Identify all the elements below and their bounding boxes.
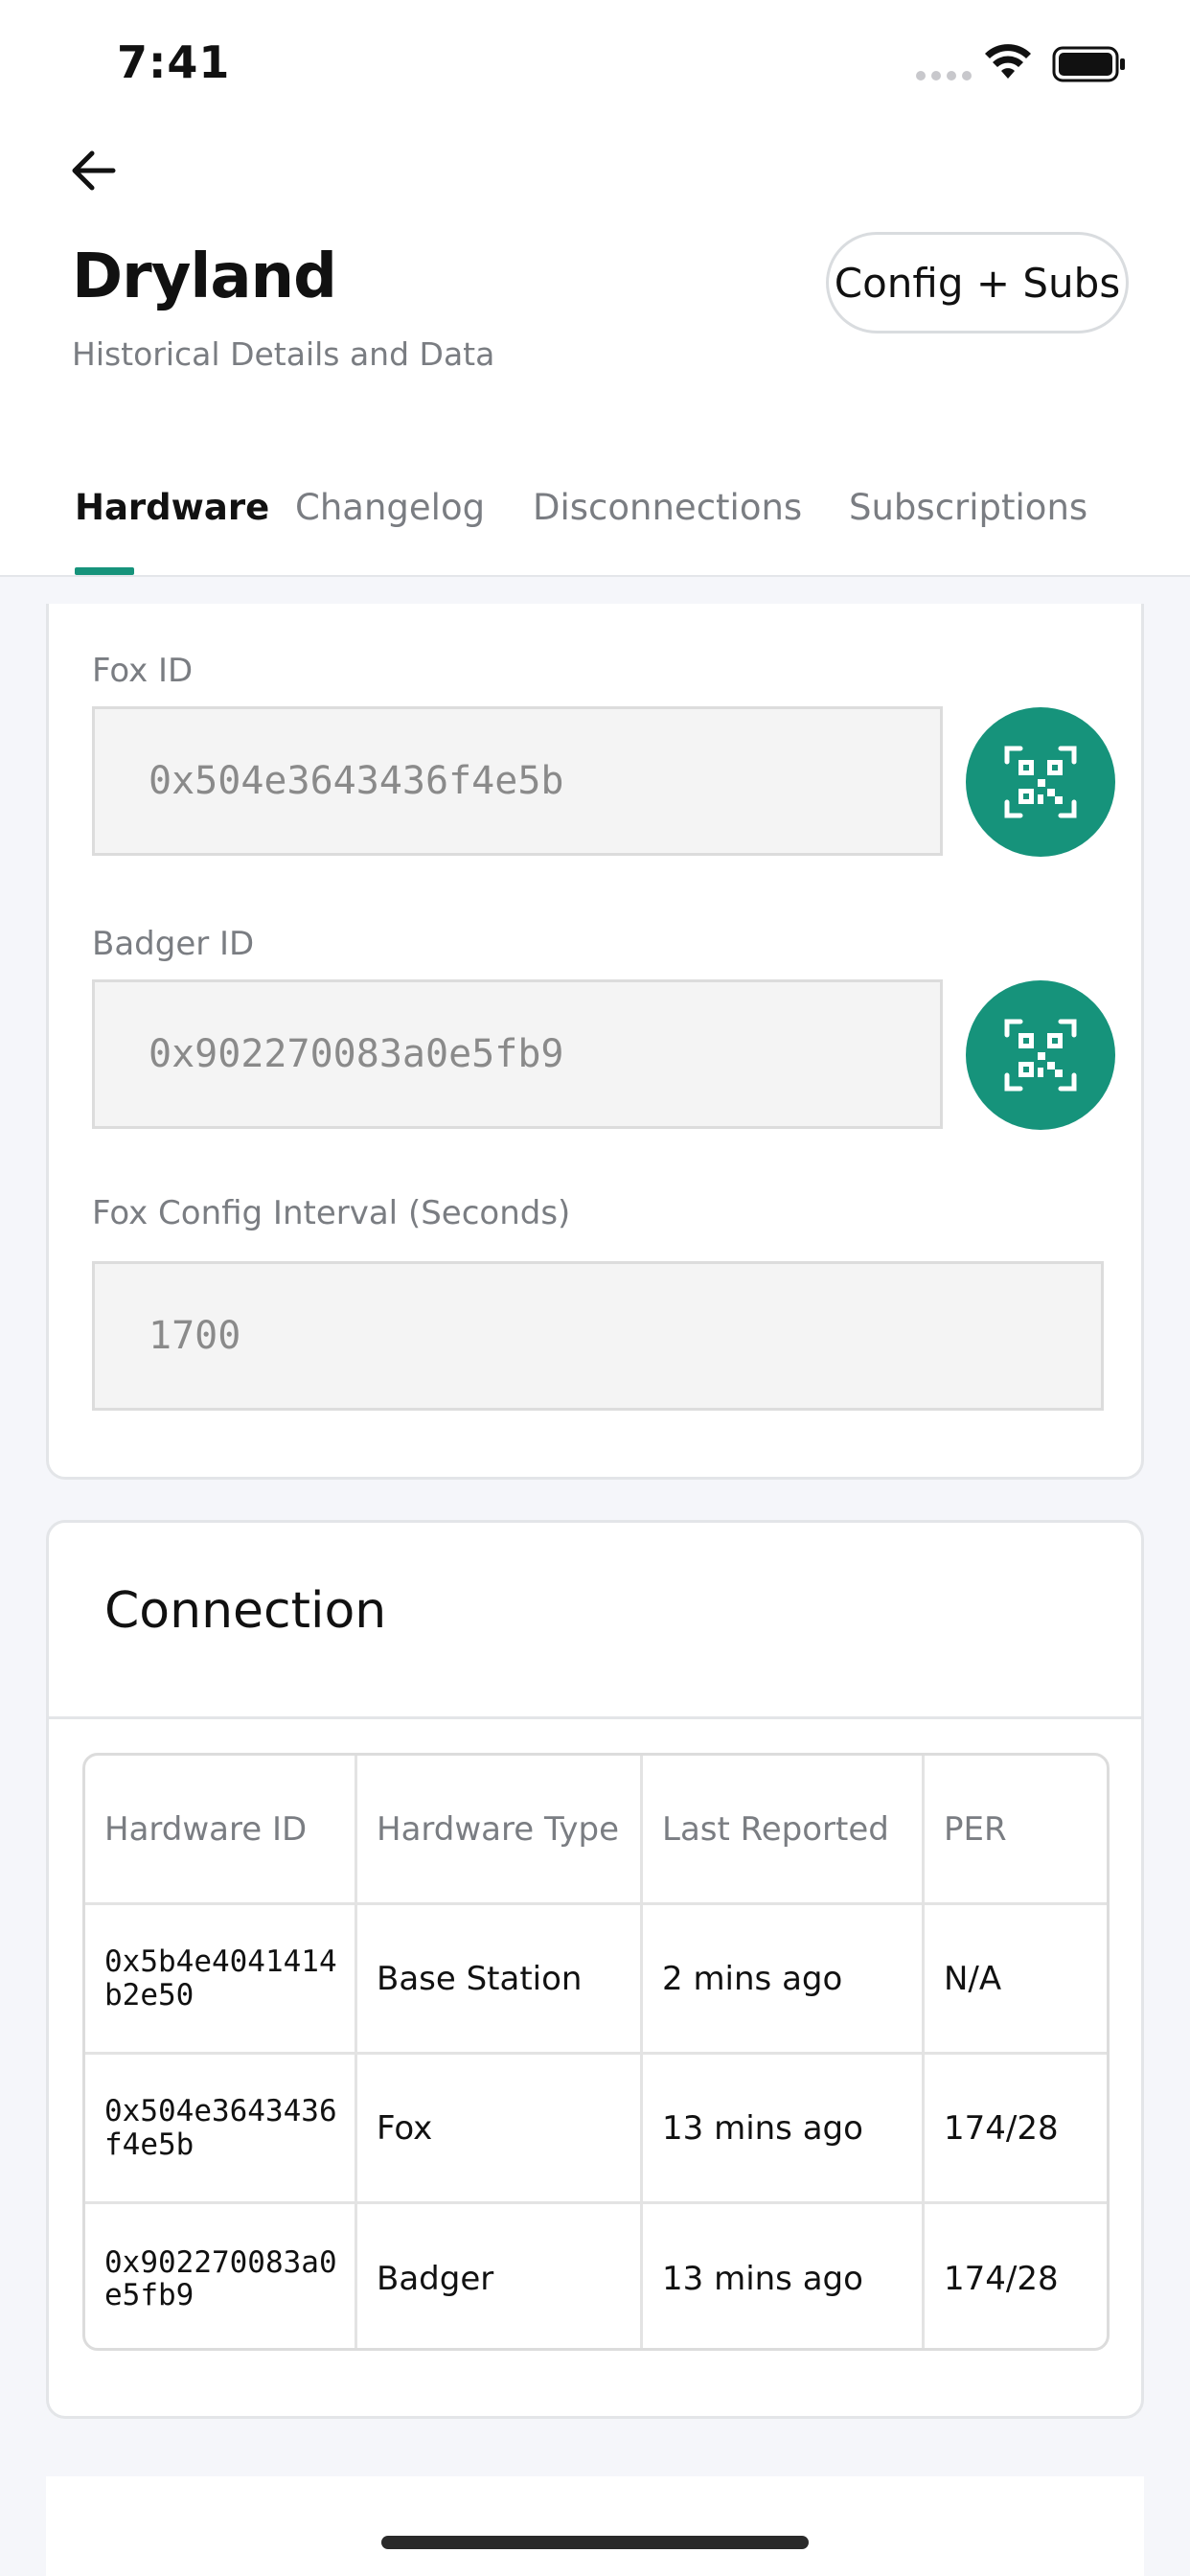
per-cell: 174/28 — [944, 2108, 1059, 2148]
header: 7:41 Dryland Historical Details and Data… — [0, 0, 1190, 577]
tab-hardware[interactable]: Hardware — [75, 487, 269, 528]
page-title: Dryland — [72, 242, 337, 312]
badger-id-label: Badger ID — [92, 925, 255, 963]
tab-disconnections[interactable]: Disconnections — [533, 487, 802, 528]
last-reported-cell: 13 mins ago — [643, 2055, 925, 2201]
column-header: Last Reported — [643, 1756, 925, 1902]
battery-icon — [1052, 46, 1125, 82]
per-cell: N/A — [944, 1959, 1002, 1998]
next-card-peek — [46, 2476, 1144, 2576]
config-subs-button[interactable]: Config + Subs — [826, 232, 1129, 334]
signal-dots-icon — [916, 71, 972, 80]
wifi-icon — [985, 44, 1031, 79]
home-indicator[interactable] — [381, 2536, 809, 2549]
fox-id-scan-button[interactable] — [966, 707, 1115, 857]
page-subtitle: Historical Details and Data — [72, 335, 495, 373]
connection-divider — [49, 1716, 1141, 1719]
fox-config-interval-label: Fox Config Interval (Seconds) — [92, 1194, 571, 1232]
last-reported-cell: 13 mins ago — [643, 2204, 925, 2348]
fox-id-label: Fox ID — [92, 652, 194, 690]
qr-scan-icon — [1004, 746, 1077, 818]
column-header: Hardware Type — [357, 1756, 643, 1902]
active-tab-indicator — [75, 567, 134, 575]
status-time: 7:41 — [117, 36, 231, 88]
badger-id-field[interactable]: 0x902270083a0e5fb9 — [92, 979, 943, 1129]
column-header: Hardware ID — [85, 1756, 357, 1902]
hardware-id-cell: 0x902270083a0e5fb9 — [85, 2204, 357, 2348]
hardware-type-cell: Base Station — [357, 1905, 643, 2052]
table-row: 0x902270083a0e5fb9 Badger 13 mins ago 17… — [85, 2204, 1107, 2348]
arrow-left-icon[interactable] — [67, 144, 121, 197]
last-reported-cell: 2 mins ago — [643, 1905, 925, 2052]
badger-id-scan-button[interactable] — [966, 980, 1115, 1130]
tab-subscriptions[interactable]: Subscriptions — [849, 487, 1087, 528]
per-cell: 174/28 — [944, 2260, 1059, 2298]
connection-title: Connection — [104, 1582, 387, 1640]
table-row: 0x5b4e4041414b2e50 Base Station 2 mins a… — [85, 1905, 1107, 2055]
qr-scan-icon — [1004, 1019, 1077, 1092]
hardware-type-cell: Fox — [357, 2055, 643, 2201]
tab-bar: Hardware Changelog Disconnections Subscr… — [0, 460, 1190, 577]
table-header-row: Hardware ID Hardware Type Last Reported … — [85, 1756, 1107, 1905]
connection-table: Hardware ID Hardware Type Last Reported … — [82, 1753, 1110, 2351]
hardware-type-cell: Badger — [357, 2204, 643, 2348]
hardware-id-cell: 0x504e3643436f4e5b — [85, 2055, 357, 2201]
tab-changelog[interactable]: Changelog — [295, 487, 485, 528]
table-row: 0x504e3643436f4e5b Fox 13 mins ago 174/2… — [85, 2055, 1107, 2204]
column-header: PER — [944, 1809, 1007, 1849]
fox-config-interval-field[interactable]: 1700 — [92, 1261, 1104, 1411]
hardware-id-cell: 0x5b4e4041414b2e50 — [85, 1905, 357, 2052]
fox-id-field[interactable]: 0x504e3643436f4e5b — [92, 706, 943, 856]
